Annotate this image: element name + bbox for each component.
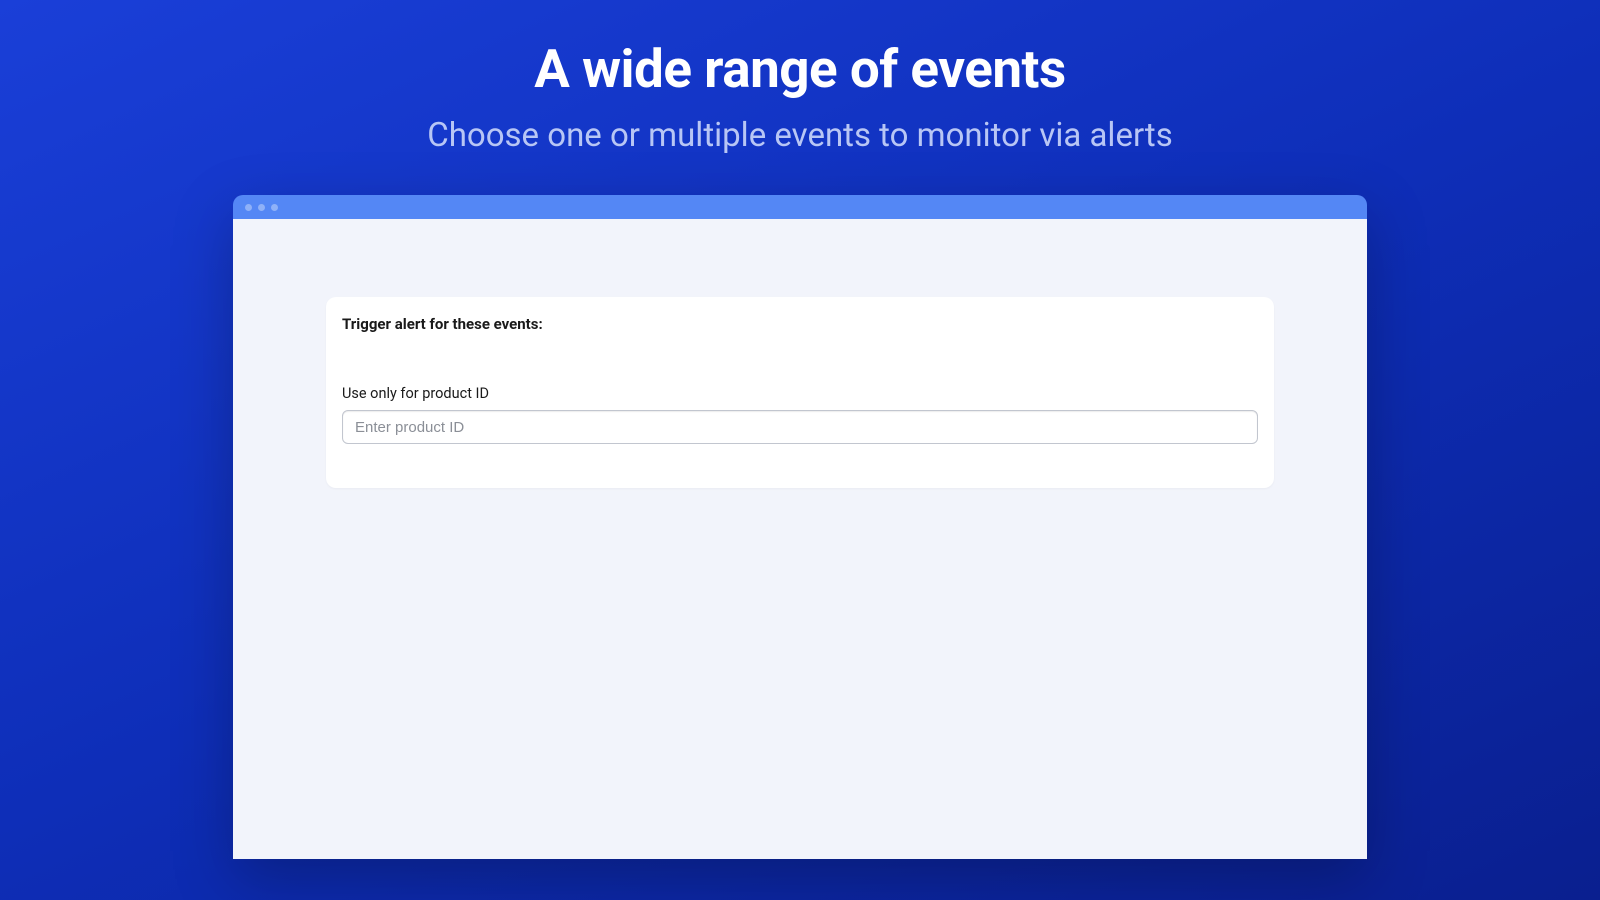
traffic-light-icon [271, 204, 278, 211]
window-body: Trigger alert for these events: Use only… [233, 219, 1367, 859]
hero: A wide range of events Choose one or mul… [0, 0, 1600, 155]
app-window: Trigger alert for these events: Use only… [233, 195, 1367, 859]
product-id-input[interactable] [342, 410, 1258, 444]
events-card: Trigger alert for these events: Use only… [326, 297, 1274, 488]
card-title: Trigger alert for these events: [342, 315, 1258, 333]
product-id-label: Use only for product ID [342, 385, 1258, 402]
traffic-light-icon [245, 204, 252, 211]
page-title: A wide range of events [0, 38, 1600, 100]
product-id-section: Use only for product ID [342, 385, 1258, 444]
window-titlebar [233, 195, 1367, 219]
page-subtitle: Choose one or multiple events to monitor… [0, 116, 1600, 155]
traffic-light-icon [258, 204, 265, 211]
